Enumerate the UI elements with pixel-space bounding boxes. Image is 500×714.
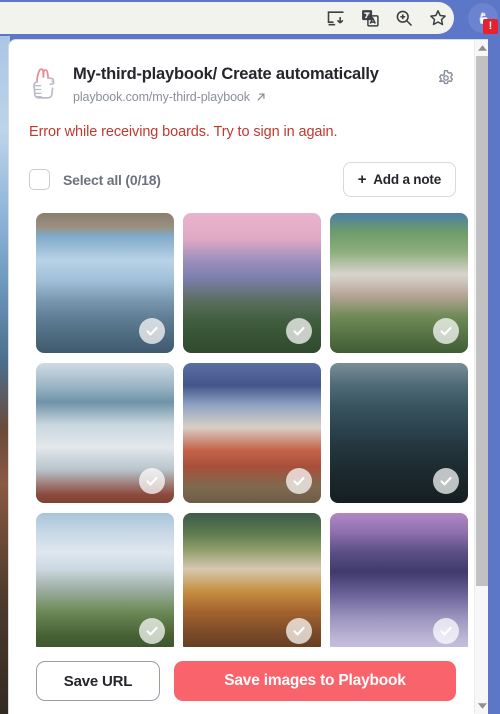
plus-icon: + <box>357 171 367 188</box>
translate-icon[interactable] <box>360 8 380 28</box>
popup-header: My-third-playbook/ Create automatically … <box>9 40 474 104</box>
select-all-label: Select all (0/18) <box>63 171 161 188</box>
zoom-icon[interactable] <box>394 8 414 28</box>
image-thumbnail[interactable] <box>183 213 321 353</box>
browser-toolbar: ! <box>0 0 500 36</box>
image-thumbnail[interactable] <box>183 363 321 503</box>
image-grid <box>9 213 474 653</box>
popup-title-block: My-third-playbook/ Create automatically … <box>73 62 379 104</box>
toolbar-icon-group <box>326 3 448 33</box>
playbook-extension-action-button[interactable]: ! <box>468 3 498 34</box>
image-thumbnail[interactable] <box>36 513 174 653</box>
select-image-checkmark-icon[interactable] <box>433 468 459 494</box>
playbook-thumbs-up-logo <box>33 68 55 99</box>
playbook-url: playbook.com/my-third-playbook <box>73 89 250 104</box>
scrollbar-thumb[interactable] <box>476 56 488 586</box>
add-a-note-label: Add a note <box>373 172 441 187</box>
image-thumbnail[interactable] <box>330 363 468 503</box>
image-thumbnail[interactable] <box>330 513 468 653</box>
select-image-checkmark-icon[interactable] <box>433 318 459 344</box>
image-thumbnail[interactable] <box>36 363 174 503</box>
playbook-extension-popup: My-third-playbook/ Create automatically … <box>8 39 488 714</box>
popup-scrollbar[interactable] <box>474 40 488 714</box>
save-images-to-playbook-button[interactable]: Save images to Playbook <box>174 661 456 701</box>
save-url-button[interactable]: Save URL <box>36 661 160 701</box>
gear-icon[interactable] <box>436 68 456 88</box>
error-message: Error while receiving boards. Try to sig… <box>29 124 338 140</box>
popup-url-row[interactable]: playbook.com/my-third-playbook <box>73 90 379 104</box>
page-title: My-third-playbook/ Create automatically <box>73 65 379 83</box>
scroll-up-arrow-icon[interactable] <box>475 40 488 56</box>
select-image-checkmark-icon[interactable] <box>139 468 165 494</box>
select-image-checkmark-icon[interactable] <box>433 618 459 644</box>
image-thumbnail[interactable] <box>330 213 468 353</box>
select-all-row: Select all (0/18) + Add a note <box>29 162 456 197</box>
external-link-arrow-icon <box>257 93 265 101</box>
image-thumbnail[interactable] <box>36 213 174 353</box>
bookmark-star-icon[interactable] <box>428 8 448 28</box>
add-a-note-button[interactable]: + Add a note <box>342 162 456 197</box>
select-image-checkmark-icon[interactable] <box>286 618 312 644</box>
image-thumbnail[interactable] <box>183 513 321 653</box>
select-image-checkmark-icon[interactable] <box>139 618 165 644</box>
select-image-checkmark-icon[interactable] <box>286 468 312 494</box>
install-app-icon[interactable] <box>326 8 346 28</box>
select-image-checkmark-icon[interactable] <box>286 318 312 344</box>
extension-error-badge: ! <box>483 19 498 34</box>
select-image-checkmark-icon[interactable] <box>139 318 165 344</box>
popup-content: My-third-playbook/ Create automatically … <box>9 40 474 714</box>
scroll-down-arrow-icon[interactable] <box>475 698 488 714</box>
select-all-checkbox[interactable] <box>29 169 50 190</box>
popup-action-bar: Save URL Save images to Playbook <box>9 647 474 714</box>
